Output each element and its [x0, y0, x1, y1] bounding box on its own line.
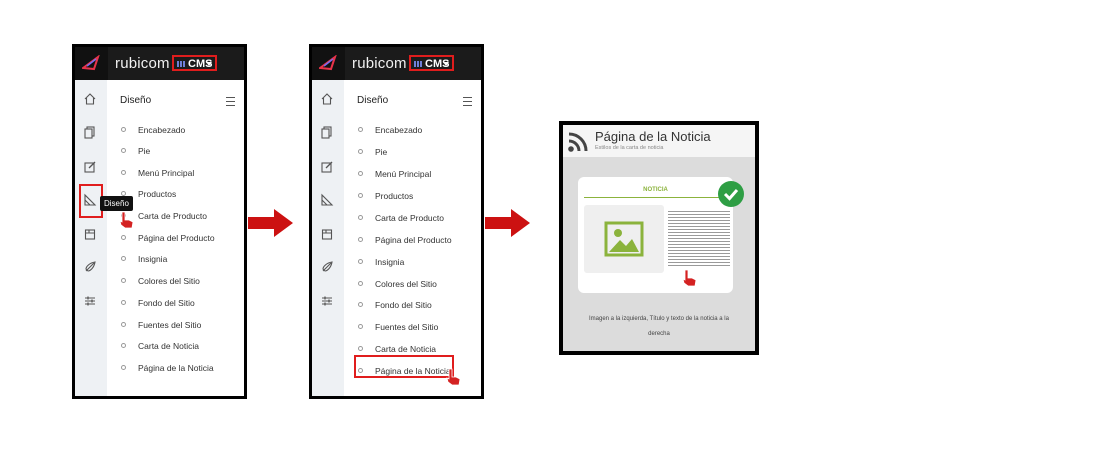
divider: [584, 197, 725, 198]
menu-item[interactable]: Fondo del Sitio: [358, 300, 432, 310]
brand-name: rubicom: [352, 55, 407, 72]
selected-item-highlight: [354, 355, 454, 378]
cms-dropdown[interactable]: CMS: [409, 55, 454, 71]
app-logo[interactable]: [312, 47, 345, 80]
menu-item[interactable]: Carta de Noticia: [358, 344, 436, 354]
menu-item[interactable]: Encabezado: [121, 125, 185, 135]
panel-step-2: rubicom CMS Diseño Encabezado Pie Menú P…: [309, 44, 484, 399]
next-arrow-icon: [485, 209, 530, 237]
brand-name: rubicom: [115, 55, 170, 72]
image-icon: [604, 221, 644, 257]
result-panel: Página de la Noticia Estilos de la carta…: [559, 121, 759, 355]
rss-icon: [568, 132, 588, 152]
menu-item[interactable]: Página del Producto: [121, 233, 215, 243]
menu-item[interactable]: Pie: [358, 147, 387, 157]
menu-item[interactable]: Encabezado: [358, 125, 422, 135]
app-logo[interactable]: [75, 47, 108, 80]
check-icon: [718, 181, 744, 207]
edit-icon[interactable]: [83, 160, 99, 176]
menu-title: Diseño: [357, 95, 389, 106]
pages-icon[interactable]: [83, 125, 99, 141]
text-placeholder: [668, 211, 730, 267]
next-arrow-icon: [248, 209, 293, 237]
rocket-icon[interactable]: [320, 260, 336, 276]
hand-cursor-icon: [682, 269, 697, 287]
hand-cursor-icon: [446, 368, 461, 386]
tooltip: Diseño: [100, 196, 133, 211]
menu-item[interactable]: Página del Producto: [358, 235, 452, 245]
top-bar: rubicom CMS: [75, 47, 244, 80]
sidebar: [75, 80, 107, 396]
settings-icon[interactable]: [83, 294, 99, 310]
image-placeholder: [584, 205, 664, 273]
menu-item[interactable]: Fondo del Sitio: [121, 298, 195, 308]
menu-item[interactable]: Insignia: [121, 254, 167, 264]
menu-item[interactable]: Colores del Sitio: [358, 279, 437, 289]
pages-icon[interactable]: [320, 125, 336, 141]
caret-down-icon: [206, 62, 212, 66]
panel-step-1: rubicom CMS Diseño Encabezado Pie Menú P…: [72, 44, 247, 399]
cms-dropdown[interactable]: CMS: [172, 55, 217, 71]
menu-item[interactable]: Carta de Producto: [358, 213, 444, 223]
box-icon[interactable]: [320, 227, 336, 243]
menu-item[interactable]: Menú Principal: [358, 169, 431, 179]
settings-icon[interactable]: [320, 294, 336, 310]
rocket-icon[interactable]: [83, 260, 99, 276]
menu-item[interactable]: Insignia: [358, 257, 404, 267]
menu-item[interactable]: Fuentes del Sitio: [358, 322, 438, 332]
hamburger-icon[interactable]: [226, 97, 235, 106]
menu-item[interactable]: Pie: [121, 146, 150, 156]
result-header: Página de la Noticia Estilos de la carta…: [563, 125, 755, 157]
menu-item[interactable]: Fuentes del Sitio: [121, 320, 201, 330]
home-icon[interactable]: [83, 92, 99, 108]
menu-item[interactable]: Colores del Sitio: [121, 276, 200, 286]
hamburger-icon[interactable]: [463, 97, 472, 106]
menu-panel: Diseño Encabezado Pie Menú Principal Pro…: [344, 80, 481, 396]
design-icon[interactable]: [320, 193, 336, 209]
layout-caption: Imagen a la izquierda, Título y texto de…: [589, 316, 729, 337]
box-icon[interactable]: [83, 227, 99, 243]
result-subtitle: Estilos de la carta de noticia: [595, 145, 664, 151]
caret-down-icon: [443, 62, 449, 66]
menu-title: Diseño: [120, 95, 152, 106]
sidebar: [312, 80, 344, 396]
grid-icon: [177, 61, 185, 67]
top-bar: rubicom CMS: [312, 47, 481, 80]
menu-item[interactable]: Página de la Noticia: [121, 363, 214, 373]
menu-item[interactable]: Productos: [358, 191, 413, 201]
menu-panel: Diseño Encabezado Pie Menú Principal Pro…: [107, 80, 244, 396]
home-icon[interactable]: [320, 92, 336, 108]
hand-cursor-icon: [119, 211, 134, 229]
layout-option-card[interactable]: NOTICIA: [578, 177, 733, 293]
menu-item[interactable]: Carta de Noticia: [121, 341, 199, 351]
preview-label: NOTICIA: [643, 187, 668, 193]
result-title: Página de la Noticia: [595, 129, 711, 144]
menu-item[interactable]: Menú Principal: [121, 168, 194, 178]
grid-icon: [414, 61, 422, 67]
edit-icon[interactable]: [320, 160, 336, 176]
